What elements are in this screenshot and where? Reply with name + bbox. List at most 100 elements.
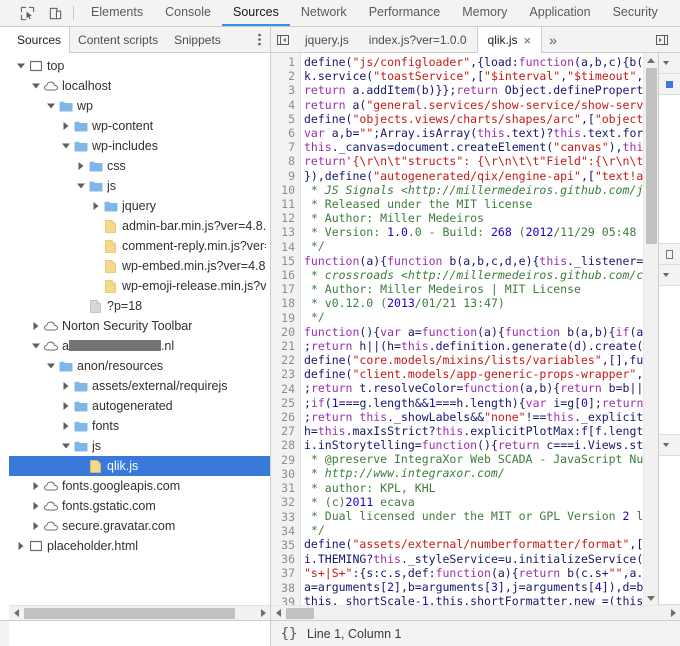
tree-item[interactable]: fonts.gstatic.com [9,496,270,516]
chevron-right-icon[interactable] [15,542,27,550]
tree-item[interactable]: top [9,56,270,76]
chevron-down-icon[interactable] [15,63,27,69]
chevron-down-icon[interactable] [60,143,72,149]
tab-performance[interactable]: Performance [358,0,452,26]
tree-item[interactable]: fonts.googleapis.com [9,476,270,496]
editor-tab-jquery-js[interactable]: jquery.js [295,27,359,52]
sidebar-section-watch[interactable] [659,53,680,74]
code-hscroll-track[interactable] [286,606,665,621]
tree-item[interactable]: wp [9,96,270,116]
tree-item[interactable]: admin-bar.min.js?ver=4.8.3 [9,216,270,236]
vertical-dots-icon[interactable] [248,27,270,52]
code-token: function [435,565,491,580]
tab-security[interactable]: Security [602,0,669,26]
code-line: */ [304,239,643,253]
chevron-right-icon[interactable] [30,502,42,510]
navigator-pane: Sources Content scripts Snippets top loca… [9,27,271,620]
chevron-right-icon[interactable] [30,482,42,490]
file-tree[interactable]: top localhost wp wp-content wp-includes css js… [9,53,270,605]
tab-network[interactable]: Network [290,0,358,26]
line-number: 27 [281,424,295,439]
sidebar-section-breakpoints[interactable] [659,74,680,95]
inspect-element-icon[interactable] [17,3,37,23]
tab-console[interactable]: Console [154,0,222,26]
navigator-hscroll-track[interactable] [24,606,255,621]
show-navigator-icon[interactable] [271,27,295,52]
sidebar-section-callstack[interactable] [659,265,680,286]
navigator-horizontal-scrollbar[interactable] [9,605,270,620]
tree-item[interactable]: wp-includes [9,136,270,156]
chevron-right-icon[interactable] [60,422,72,430]
code-scroll-right-arrow-icon[interactable] [665,609,680,617]
tree-item[interactable]: ?p=18 [9,296,270,316]
tree-item[interactable]: js [9,436,270,456]
tab-audits[interactable]: Audits [669,0,680,26]
chevron-right-icon[interactable] [60,402,72,410]
line-number: 15 [281,253,295,268]
tree-item[interactable]: wp-embed.min.js?ver=4.8.3 [9,256,270,276]
tree-item[interactable]: assets/external/requirejs [9,376,270,396]
tab-memory[interactable]: Memory [451,0,518,26]
scroll-left-arrow-icon[interactable] [9,609,24,617]
tree-item[interactable]: Norton Security Toolbar [9,316,270,336]
code-horizontal-scrollbar[interactable] [271,605,680,620]
scroll-right-arrow-icon[interactable] [255,609,270,617]
tree-item[interactable]: anon/resources [9,356,270,376]
tree-item[interactable]: fonts [9,416,270,436]
tab-application[interactable]: Application [518,0,601,26]
tree-item[interactable]: qlik.js [9,456,270,476]
code-vscroll-thumb[interactable] [645,68,657,244]
nav-tab-snippets[interactable]: Snippets [166,27,229,52]
chevron-right-icon[interactable] [90,202,102,210]
chevron-right-icon[interactable] [75,162,87,170]
device-toolbar-icon[interactable] [45,3,65,23]
scroll-up-arrow-icon[interactable] [644,53,659,68]
chevron-down-icon[interactable] [75,183,87,189]
tab-sources[interactable]: Sources [221,0,290,26]
nav-tab-sources[interactable]: Sources [9,27,71,53]
chevron-down-icon[interactable] [45,103,57,109]
code-vscroll-track[interactable] [644,68,659,590]
code-line: * http://www.integraxor.com/ [304,466,643,480]
close-icon[interactable]: × [524,34,532,47]
tree-item[interactable]: js [9,176,270,196]
show-debugger-icon[interactable] [650,33,674,47]
chevron-right-icon[interactable] [30,522,42,530]
source-code-content[interactable]: define("js/configloader",{load:function(… [301,53,643,605]
tree-item[interactable]: jquery [9,196,270,216]
tree-item[interactable]: placeholder.html [9,536,270,556]
sidebar-section-scope[interactable] [659,244,680,265]
code-token: !== [525,409,547,424]
chevron-down-icon[interactable] [30,83,42,89]
code-token: var [525,395,547,410]
editor-tab-index-js[interactable]: index.js?ver=1.0.0 [359,27,477,52]
code-token: t.resolveColor= [352,381,464,396]
pretty-print-braces-icon[interactable]: {} [271,626,307,642]
tree-item[interactable]: a .nl [9,336,270,356]
chevron-down-icon[interactable] [60,443,72,449]
code-token: define( [304,537,353,552]
tree-item[interactable]: wp-content [9,116,270,136]
tree-item[interactable]: wp-emoji-release.min.js?ver=4 [9,276,270,296]
code-token: "js/configloader" [352,55,471,69]
chevron-right-icon[interactable] [30,322,42,330]
more-tabs-chevron-icon[interactable]: » [542,27,564,52]
code-vertical-scrollbar[interactable] [643,53,658,605]
tab-elements[interactable]: Elements [80,0,154,26]
nav-tab-content-scripts[interactable]: Content scripts [70,27,166,52]
tree-item[interactable]: autogenerated [9,396,270,416]
chevron-right-icon[interactable] [60,382,72,390]
code-hscroll-thumb[interactable] [286,607,314,619]
tree-item[interactable]: css [9,156,270,176]
tree-item[interactable]: localhost [9,76,270,96]
navigator-hscroll-thumb[interactable] [24,607,235,619]
code-scroll-left-arrow-icon[interactable] [271,609,286,617]
editor-tab-qlik-js[interactable]: qlik.js × [476,27,543,53]
scroll-down-arrow-icon[interactable] [644,590,659,605]
tree-item[interactable]: comment-reply.min.js?ver=4.8 [9,236,270,256]
tree-item[interactable]: secure.gravatar.com [9,516,270,536]
sidebar-section-xhr[interactable] [659,435,680,456]
chevron-down-icon[interactable] [30,343,42,349]
chevron-right-icon[interactable] [60,122,72,130]
chevron-down-icon[interactable] [45,363,57,369]
